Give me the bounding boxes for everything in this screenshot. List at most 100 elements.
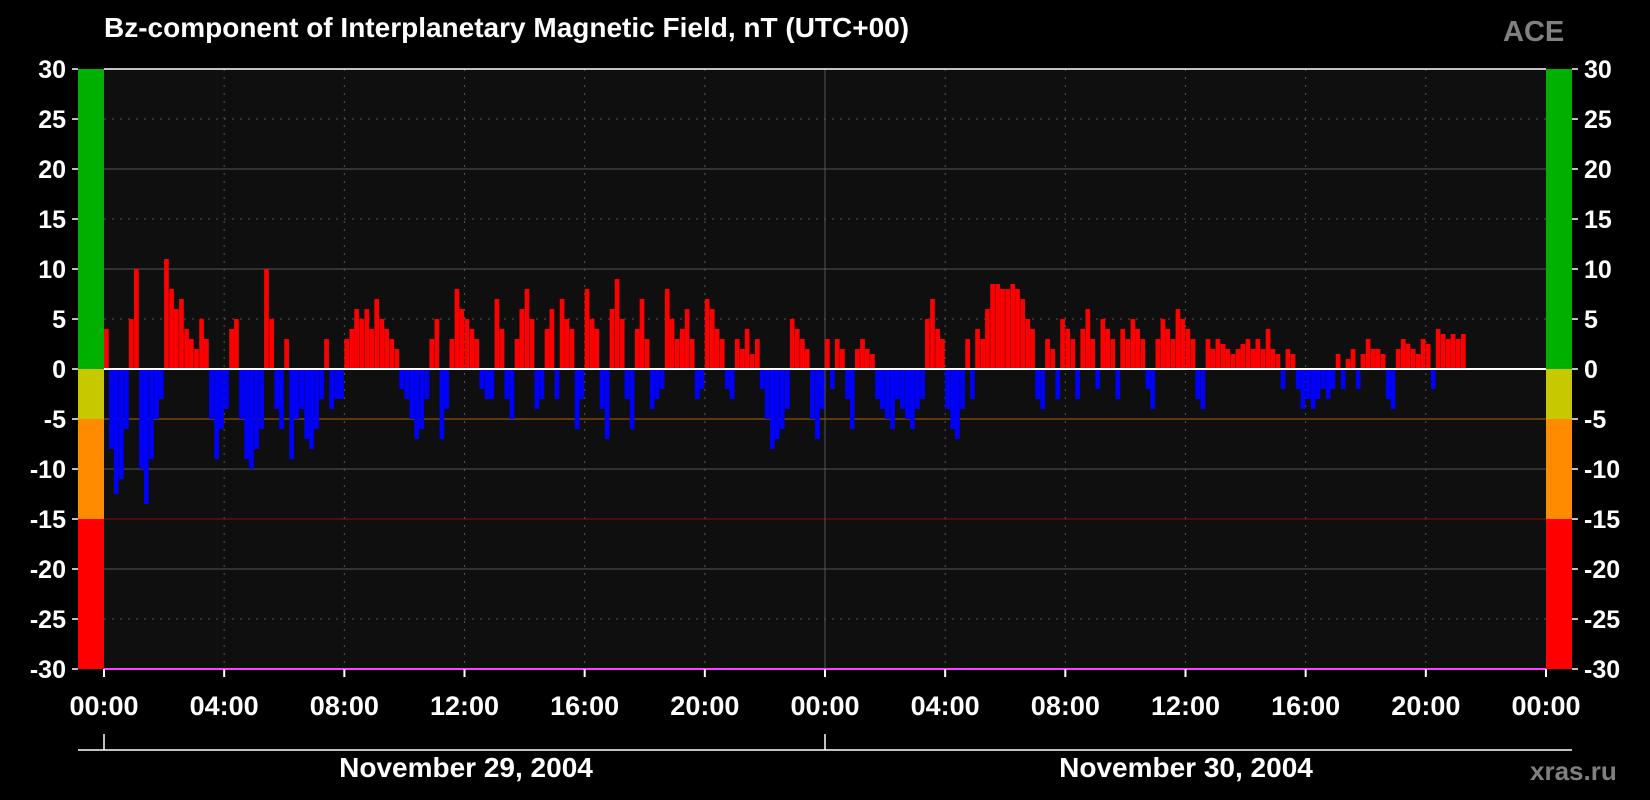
bz-bar xyxy=(1050,349,1056,369)
threshold-bands-left xyxy=(78,69,104,669)
bz-bar xyxy=(834,339,840,369)
bz-bar xyxy=(399,369,405,389)
bz-bar xyxy=(169,289,174,369)
bz-bar xyxy=(1060,319,1065,369)
y-tick-label-right: 0 xyxy=(1584,356,1598,384)
bz-bar xyxy=(1300,369,1306,409)
x-tick-label: 20:00 xyxy=(670,691,739,721)
bz-bar xyxy=(970,369,975,399)
band-left-1 xyxy=(78,369,104,419)
bz-bar xyxy=(1430,369,1436,389)
bz-bar xyxy=(1435,329,1441,369)
y-tick-label-right: 10 xyxy=(1584,256,1612,284)
bz-bar xyxy=(774,369,780,439)
bz-bar xyxy=(569,329,575,369)
bz-bar xyxy=(1410,349,1416,369)
bz-bar xyxy=(339,369,344,399)
bz-bar xyxy=(124,369,129,429)
bz-bar xyxy=(870,354,875,369)
bz-bar xyxy=(494,299,500,369)
bz-bar xyxy=(855,349,860,369)
bz-bar xyxy=(1000,289,1005,369)
bz-bar xyxy=(1380,354,1386,369)
bz-bar xyxy=(875,369,880,399)
bz-bar xyxy=(1210,349,1216,369)
bz-bar xyxy=(639,299,645,369)
bz-bar xyxy=(1370,349,1376,369)
bz-bar xyxy=(504,369,510,399)
bz-bar xyxy=(1180,319,1186,369)
bz-bar xyxy=(489,369,495,399)
bz-bar xyxy=(379,319,385,369)
bz-bar xyxy=(1455,339,1461,369)
bz-bar xyxy=(1325,369,1331,399)
bz-bar xyxy=(1350,349,1356,369)
bz-bar xyxy=(955,369,960,439)
x-tick-label: 00:00 xyxy=(790,691,859,721)
bz-bar xyxy=(589,319,595,369)
bz-bar xyxy=(158,369,164,399)
bz-bar xyxy=(1225,349,1231,369)
bz-bar xyxy=(1145,369,1151,389)
x-tick-label: 16:00 xyxy=(1271,691,1340,721)
bz-bar xyxy=(1400,339,1406,369)
bz-bar xyxy=(1055,369,1061,399)
bz-bar xyxy=(364,309,370,369)
bz-bar xyxy=(915,369,920,409)
x-tick-label: 20:00 xyxy=(1391,691,1460,721)
bz-bar xyxy=(1205,339,1211,369)
bz-bar xyxy=(634,329,640,369)
bz-bar xyxy=(609,309,615,369)
bz-bar xyxy=(244,369,250,459)
bz-bar xyxy=(539,369,545,399)
date-axis xyxy=(78,734,1572,751)
bz-bar xyxy=(449,339,455,369)
bz-bar xyxy=(1385,369,1391,399)
bz-bar xyxy=(434,319,440,369)
bz-bar xyxy=(1080,329,1086,369)
bz-bar xyxy=(965,339,971,369)
bz-bar xyxy=(1420,339,1426,369)
bz-bar xyxy=(950,369,955,429)
bz-bar xyxy=(614,279,620,369)
bz-bar xyxy=(794,329,800,369)
y-axis-right: 30 25 20 15 10 5 0 -5 -10 -15 -20 -25 -30 xyxy=(1572,56,1620,684)
bz-bar xyxy=(444,369,450,409)
bz-bar xyxy=(704,299,710,369)
bz-bar xyxy=(1025,319,1031,369)
bz-bar xyxy=(719,339,725,369)
bz-bar xyxy=(1005,289,1010,369)
bz-bar xyxy=(1150,369,1156,409)
bz-bar xyxy=(1095,369,1101,389)
bz-bar xyxy=(134,269,139,369)
bz-bar xyxy=(113,369,119,494)
bz-bar xyxy=(1345,359,1351,369)
bz-bar xyxy=(139,369,144,469)
bz-bar xyxy=(309,369,314,449)
bz-bar xyxy=(299,369,304,409)
bz-bar xyxy=(1195,369,1201,399)
bz-bar xyxy=(524,289,530,369)
bz-bar xyxy=(554,369,560,399)
bz-bar xyxy=(414,369,420,439)
bz-bar xyxy=(1115,369,1121,399)
bz-bar xyxy=(800,339,805,369)
bz-bar xyxy=(764,369,770,419)
bz-bar xyxy=(1045,339,1050,369)
bz-bar xyxy=(975,329,980,369)
bz-bar xyxy=(344,339,350,369)
bz-bar xyxy=(294,369,299,419)
bz-bar xyxy=(629,369,635,429)
y-tick-label-left: -25 xyxy=(30,606,66,634)
bz-bar xyxy=(319,369,325,399)
bz-bar xyxy=(429,339,435,369)
bz-bar xyxy=(804,349,810,369)
y-tick-label-left: 10 xyxy=(38,256,66,284)
bz-bar xyxy=(1330,369,1336,389)
band-right-3 xyxy=(1546,519,1572,669)
bz-bar xyxy=(1175,309,1181,369)
date-label-day2: November 30, 2004 xyxy=(1059,752,1313,783)
bz-bar xyxy=(960,369,965,409)
bz-bar xyxy=(830,369,835,389)
bz-bar xyxy=(1100,319,1106,369)
